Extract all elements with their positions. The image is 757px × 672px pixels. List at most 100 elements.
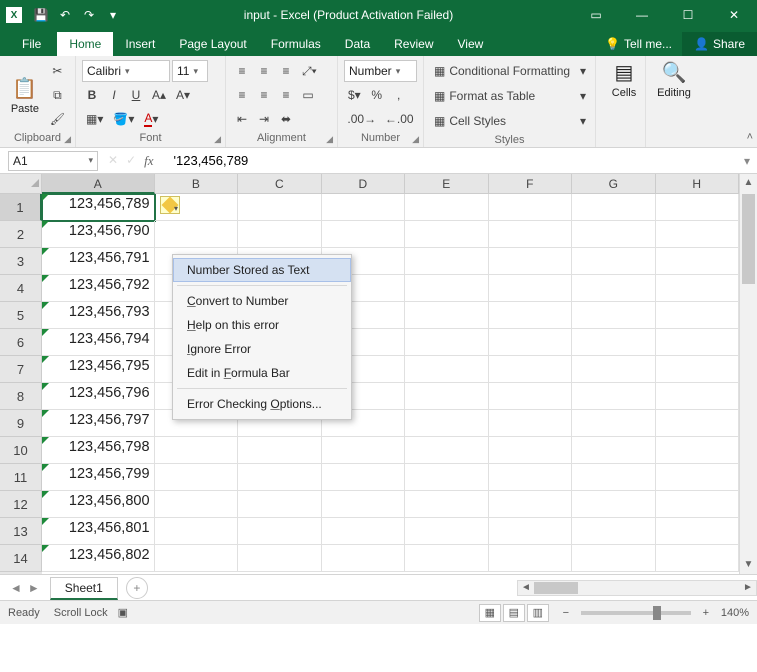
cut-button[interactable]: ✂ <box>46 60 69 82</box>
cell-B14[interactable] <box>155 545 239 572</box>
cell-D13[interactable] <box>322 518 406 545</box>
tab-view[interactable]: View <box>446 32 496 56</box>
tab-data[interactable]: Data <box>333 32 382 56</box>
row-header-8[interactable]: 8 <box>0 383 42 410</box>
vertical-scroll-thumb[interactable] <box>742 194 755 284</box>
ctx-item-0[interactable]: Number Stored as Text <box>173 258 351 282</box>
align-top-button[interactable]: ≡ <box>232 60 252 82</box>
cell-E9[interactable] <box>405 410 489 437</box>
font-name-combo[interactable]: Calibri▾ <box>82 60 170 82</box>
cell-G5[interactable] <box>572 302 656 329</box>
cell-A7[interactable]: 123,456,795 <box>42 356 155 383</box>
font-dialog-launcher[interactable]: ◢ <box>214 134 221 145</box>
align-bottom-button[interactable]: ≡ <box>276 60 296 82</box>
row-header-5[interactable]: 5 <box>0 302 42 329</box>
accounting-format-button[interactable]: $▾ <box>344 84 365 106</box>
page-break-view-button[interactable]: ▥ <box>527 604 549 622</box>
tab-home[interactable]: Home <box>57 32 113 56</box>
cell-H11[interactable] <box>656 464 739 491</box>
cell-A4[interactable]: 123,456,792 <box>42 275 155 302</box>
scroll-right-button[interactable]: ► <box>740 582 756 593</box>
cell-F10[interactable] <box>489 437 573 464</box>
insert-function-button[interactable]: fx <box>144 153 153 169</box>
share-button[interactable]: 👤 Share <box>682 32 757 56</box>
cell-A9[interactable]: 123,456,797 <box>42 410 155 437</box>
maximize-button[interactable]: ☐ <box>665 0 711 30</box>
number-dialog-launcher[interactable]: ◢ <box>412 134 419 145</box>
cell-F4[interactable] <box>489 275 573 302</box>
cell-E10[interactable] <box>405 437 489 464</box>
row-header-4[interactable]: 4 <box>0 275 42 302</box>
macro-record-icon[interactable]: ▣ <box>118 606 128 619</box>
align-left-button[interactable]: ≡ <box>232 84 252 106</box>
cell-B11[interactable] <box>155 464 239 491</box>
cell-A10[interactable]: 123,456,798 <box>42 437 155 464</box>
cell-H10[interactable] <box>656 437 739 464</box>
cell-E14[interactable] <box>405 545 489 572</box>
increase-font-button[interactable]: A▴ <box>148 84 170 106</box>
cell-F11[interactable] <box>489 464 573 491</box>
column-header-C[interactable]: C <box>238 174 321 194</box>
column-header-D[interactable]: D <box>322 174 405 194</box>
percent-format-button[interactable]: % <box>367 84 387 106</box>
increase-decimal-button[interactable]: .00→ <box>344 108 380 130</box>
sheet-nav-next-button[interactable]: ► <box>28 581 40 595</box>
row-header-6[interactable]: 6 <box>0 329 42 356</box>
scroll-up-button[interactable]: ▲ <box>740 174 757 192</box>
scroll-left-button[interactable]: ◄ <box>518 582 534 593</box>
cell-D2[interactable] <box>322 221 406 248</box>
tab-review[interactable]: Review <box>382 32 445 56</box>
formula-bar-input[interactable] <box>170 151 737 171</box>
cell-styles-button[interactable]: ▦Cell Styles▾ <box>430 110 590 132</box>
row-header-14[interactable]: 14 <box>0 545 42 572</box>
format-painter-button[interactable]: 🖌 <box>46 108 69 130</box>
alignment-dialog-launcher[interactable]: ◢ <box>326 134 333 145</box>
zoom-level[interactable]: 140% <box>721 607 749 619</box>
tab-page-layout[interactable]: Page Layout <box>167 32 258 56</box>
scroll-down-button[interactable]: ▼ <box>740 556 757 574</box>
clipboard-dialog-launcher[interactable]: ◢ <box>64 134 71 145</box>
cell-B13[interactable] <box>155 518 239 545</box>
cell-E1[interactable] <box>405 194 489 221</box>
sheet-nav-prev-button[interactable]: ◄ <box>10 581 22 595</box>
cell-F13[interactable] <box>489 518 573 545</box>
qat-redo-button[interactable]: ↷ <box>78 4 100 26</box>
ctx-item-5[interactable]: Error Checking Options... <box>173 392 351 416</box>
orientation-button[interactable]: ⤢▾ <box>298 60 321 82</box>
cell-A13[interactable]: 123,456,801 <box>42 518 155 545</box>
ctx-item-4[interactable]: Edit in Formula Bar <box>173 361 351 385</box>
cell-E7[interactable] <box>405 356 489 383</box>
enter-formula-button[interactable]: ✓ <box>126 153 136 169</box>
cell-E11[interactable] <box>405 464 489 491</box>
cell-H1[interactable] <box>656 194 739 221</box>
cell-F5[interactable] <box>489 302 573 329</box>
number-format-combo[interactable]: Number▾ <box>344 60 417 82</box>
cell-C11[interactable] <box>238 464 322 491</box>
expand-formula-bar-button[interactable]: ▾ <box>737 154 757 168</box>
font-size-combo[interactable]: 11▾ <box>172 60 208 82</box>
cell-C13[interactable] <box>238 518 322 545</box>
ribbon-display-options-button[interactable]: ▭ <box>573 0 619 30</box>
ctx-item-3[interactable]: Ignore Error <box>173 337 351 361</box>
cell-B12[interactable] <box>155 491 239 518</box>
zoom-slider[interactable] <box>581 611 691 615</box>
cell-E4[interactable] <box>405 275 489 302</box>
cell-C2[interactable] <box>238 221 322 248</box>
cell-D1[interactable] <box>322 194 406 221</box>
cells-button[interactable]: ▤ Cells <box>602 60 646 99</box>
column-header-F[interactable]: F <box>489 174 572 194</box>
cell-F6[interactable] <box>489 329 573 356</box>
row-header-10[interactable]: 10 <box>0 437 42 464</box>
cell-G4[interactable] <box>572 275 656 302</box>
column-header-A[interactable]: A <box>42 174 155 194</box>
copy-button[interactable]: ⧉ <box>46 84 69 106</box>
decrease-indent-button[interactable]: ⇤ <box>232 108 252 130</box>
normal-view-button[interactable]: ▦ <box>479 604 501 622</box>
cell-B2[interactable] <box>155 221 239 248</box>
cell-F14[interactable] <box>489 545 573 572</box>
cell-E3[interactable] <box>405 248 489 275</box>
cell-A8[interactable]: 123,456,796 <box>42 383 155 410</box>
italic-button[interactable]: I <box>104 84 124 106</box>
cell-F9[interactable] <box>489 410 573 437</box>
cell-H12[interactable] <box>656 491 739 518</box>
